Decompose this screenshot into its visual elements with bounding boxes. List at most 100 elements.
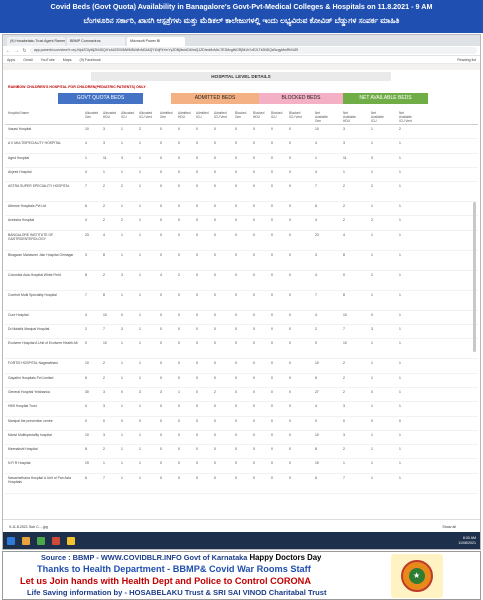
hospital-name: Dr.Malathi Manipal Hospital <box>8 327 50 332</box>
table-row[interactable]: Cure Hospital 4 10 0 1 0 0 0 0 0 0 0 0 4 10 0 1 <box>5 311 478 326</box>
hospital-name: N R R Hospital <box>8 461 31 466</box>
table-cell: 1 <box>139 447 141 452</box>
column-header-5[interactable]: Admitted Gen <box>160 111 177 119</box>
bookmark-maps[interactable]: Maps <box>63 58 72 62</box>
file-explorer-icon[interactable] <box>22 536 30 545</box>
column-header-10[interactable]: Blocked HDU <box>253 111 270 119</box>
column-header-4[interactable]: Allocated ICU Vent <box>139 111 156 119</box>
table-scrollbar[interactable] <box>473 202 476 352</box>
table-cell: 0 <box>235 292 237 297</box>
address-bar-row: ← → ↻ app.powerbi.com/view?r=eyJrIjoiZGI… <box>3 46 480 56</box>
windows-taskbar: 8:30 AM 11/08/2021 <box>3 532 480 549</box>
bookmark-gmail[interactable]: Gmail <box>23 58 32 62</box>
column-header-1[interactable]: Allocated Gen <box>85 111 102 119</box>
table-row[interactable]: N R R Hospital 19 1 1 1 0 0 0 0 0 0 0 0 19 1 1 1 <box>5 459 478 474</box>
table-row[interactable]: Columbia Asia Hospital White Field 8 2 3 1 4 2… <box>5 271 478 291</box>
table-cell: 0 <box>253 341 255 346</box>
column-header-11[interactable]: Blocked ICU <box>271 111 288 119</box>
tab-powerbi[interactable]: Microsoft Power BI <box>127 37 185 46</box>
table-row[interactable]: Aged Hospital 1 11 3 1 0 0 0 0 0 0 0 0 1 11 3 1 <box>5 154 478 168</box>
column-header-7[interactable]: Admitted ICU <box>196 111 213 119</box>
column-header-14[interactable]: Net Available HDU <box>343 111 360 123</box>
start-icon[interactable] <box>7 536 15 545</box>
table-cell: 0 <box>178 432 180 437</box>
table-row[interactable]: Gayathri Hospitals Pvt Limited 6 2 1 1 0 0 0 0 0 0… <box>5 374 478 388</box>
table-cell: 2 <box>371 272 373 277</box>
bookmark-facebook[interactable]: (9) Facebook <box>80 58 101 62</box>
banner-title-english: Covid Beds (Govt Quota) Availability in … <box>50 2 433 11</box>
footer-source: Source : BBMP - WWW.COVIDBLR.INFO Govt o… <box>41 553 248 562</box>
table-row[interactable]: Evolvere Hospital A Unit of Evolvere Hea… <box>5 339 478 360</box>
column-header-13[interactable]: Net Available Gen <box>315 111 332 123</box>
reading-list[interactable]: Reading list <box>457 58 476 62</box>
media-icon[interactable] <box>52 536 60 545</box>
table-row[interactable]: Aveksha Hospital 4 2 2 1 0 0 0 0 0 0 0 0 4 2 2 1 <box>5 216 478 231</box>
table-cell: 1 <box>371 141 373 146</box>
column-header-12[interactable]: Blocked ICU Vent <box>289 111 306 119</box>
column-header-2[interactable]: Allocated HDU <box>103 111 120 119</box>
table-cell: 0 <box>178 184 180 189</box>
column-header-15[interactable]: Net Available ICU <box>371 111 388 123</box>
table-cell: 3 <box>343 404 345 409</box>
table-row[interactable]: Bhagwan Mahaveer Jain Hospital Girinagar… <box>5 251 478 271</box>
table-cell: 0 <box>289 327 291 332</box>
tab-hosabelaku[interactable]: (9) Hosabelaku Trust Agent Ramesh <box>7 37 65 46</box>
bookmark-youtube[interactable]: YouTube <box>41 58 55 62</box>
table-row[interactable]: ASTRA SUPER SPECIALITY HOSPITAL 7 2 2 1 0 0 0 0 0… <box>5 182 478 203</box>
table-row[interactable]: HBS Hospital Trust 4 3 1 1 0 0 0 0 0 0 0 0 4 3 1 1 <box>5 402 478 417</box>
table-cell: 0 <box>196 475 198 480</box>
forward-icon[interactable]: → <box>14 48 19 54</box>
download-item[interactable]: 9-11.8.2021 Sub C....jpg <box>9 525 48 529</box>
table-row[interactable]: Dr.Malathi Manipal Hospital 2 7 3 1 0 0 0 0 0 0 0 0 2… <box>5 325 478 340</box>
url-field[interactable]: app.powerbi.com/view?r=eyJrIjoiZGIyMjZhN… <box>30 47 477 54</box>
table-cell: 8 <box>85 447 87 452</box>
table-cell: 1 <box>139 327 141 332</box>
table-cell: 23 <box>315 232 319 237</box>
admitted-beds-header: ADMITTED BEDS <box>171 93 259 104</box>
table-cell: 1 <box>399 432 401 437</box>
table-row[interactable]: Manipal the prevention centre 0 0 0 0 0 0 0 0 0 0 0… <box>5 417 478 431</box>
table-cell: 0 <box>160 292 162 297</box>
powerbi-icon[interactable] <box>67 536 75 545</box>
table-row[interactable]: Anjeek Hospital 4 1 1 1 0 0 0 0 0 0 0 0 4 1 1 1 <box>5 168 478 183</box>
table-row[interactable]: BANGALORE INSTITUTE OF GASTROENTEROLOGY 2… <box>5 231 478 251</box>
table-cell: 0 <box>289 292 291 297</box>
hospital-name: Gayathri Hospitals Pvt Limited <box>8 375 54 380</box>
table-cell: 1 <box>371 432 373 437</box>
table-cell: 0 <box>160 404 162 409</box>
table-row[interactable]: Vasavi Hospital 10 3 1 2 0 0 0 0 0 0 0 0 10 3 1 2 <box>5 125 478 140</box>
table-row[interactable]: Altmore Hospitals Pvt Ltd 6 2 1 1 0 0 0 0 0 0 0 0 6 2 1… <box>5 202 478 217</box>
table-cell: 0 <box>271 447 273 452</box>
table-cell: 0 <box>196 272 198 277</box>
bookmark-apps[interactable]: Apps <box>7 58 15 62</box>
table-cell: 0 <box>235 447 237 452</box>
table-cell: 1 <box>178 389 180 394</box>
table-row[interactable]: FORTIS HOSPITAL Nagarabhavi 10 2 1 1 0 0 0 0 0 0 0 0… <box>5 359 478 374</box>
table-cell: 10 <box>315 127 319 131</box>
column-header-9[interactable]: Blocked Gen <box>235 111 252 119</box>
table-cell: 0 <box>196 169 198 174</box>
column-header-6[interactable]: Admitted HDU <box>178 111 195 119</box>
table-row[interactable]: General Hospital Yelahanka 30 3 0 3 3 1 0 2 0 0 0 0 2… <box>5 388 478 403</box>
reload-icon[interactable]: ↻ <box>22 48 27 54</box>
column-header-8[interactable]: Admitted ICU Vent <box>214 111 231 119</box>
column-header-3[interactable]: Allocated ICU <box>121 111 138 119</box>
table-cell: 0 <box>85 341 87 346</box>
column-header-0[interactable]: Hospital Name <box>8 111 68 115</box>
table-row[interactable]: Meenakshi Hospital 8 2 1 1 0 0 0 0 0 0 0 0 8 2 1 1 <box>5 445 478 460</box>
table-row[interactable]: Navachethana Hospital A Unit of Pan Asia… <box>5 474 478 494</box>
table-cell: 0 <box>214 327 216 332</box>
column-header-16[interactable]: Net Available ICU Vent <box>399 111 416 123</box>
table-cell: 0 <box>253 204 255 209</box>
table-row[interactable]: A V MULTISPECIALITY HOSPITAL 4 3 1 1 0 0 0 0 0 0 0 0… <box>5 139 478 154</box>
table-row[interactable]: Comfort Multi Speciality Hospital 7 8 1 1 0 0 0… <box>5 291 478 311</box>
table-cell: 0 <box>253 272 255 277</box>
table-row[interactable]: Manvi Multispeciality hospital 10 3 1 1 0 0 0 0 0… <box>5 431 478 446</box>
table-cell: 1 <box>399 141 401 146</box>
report-subtitle: RAINBOW CHILDREN'S HOSPITAL FOR CHILDREN… <box>8 85 146 89</box>
table-cell: 0 <box>371 389 373 394</box>
chrome-icon[interactable] <box>37 536 45 545</box>
tab-bbmp[interactable]: BBMP Coronavirus <box>67 37 125 46</box>
back-icon[interactable]: ← <box>6 48 11 54</box>
table-cell: 2 <box>103 447 105 452</box>
